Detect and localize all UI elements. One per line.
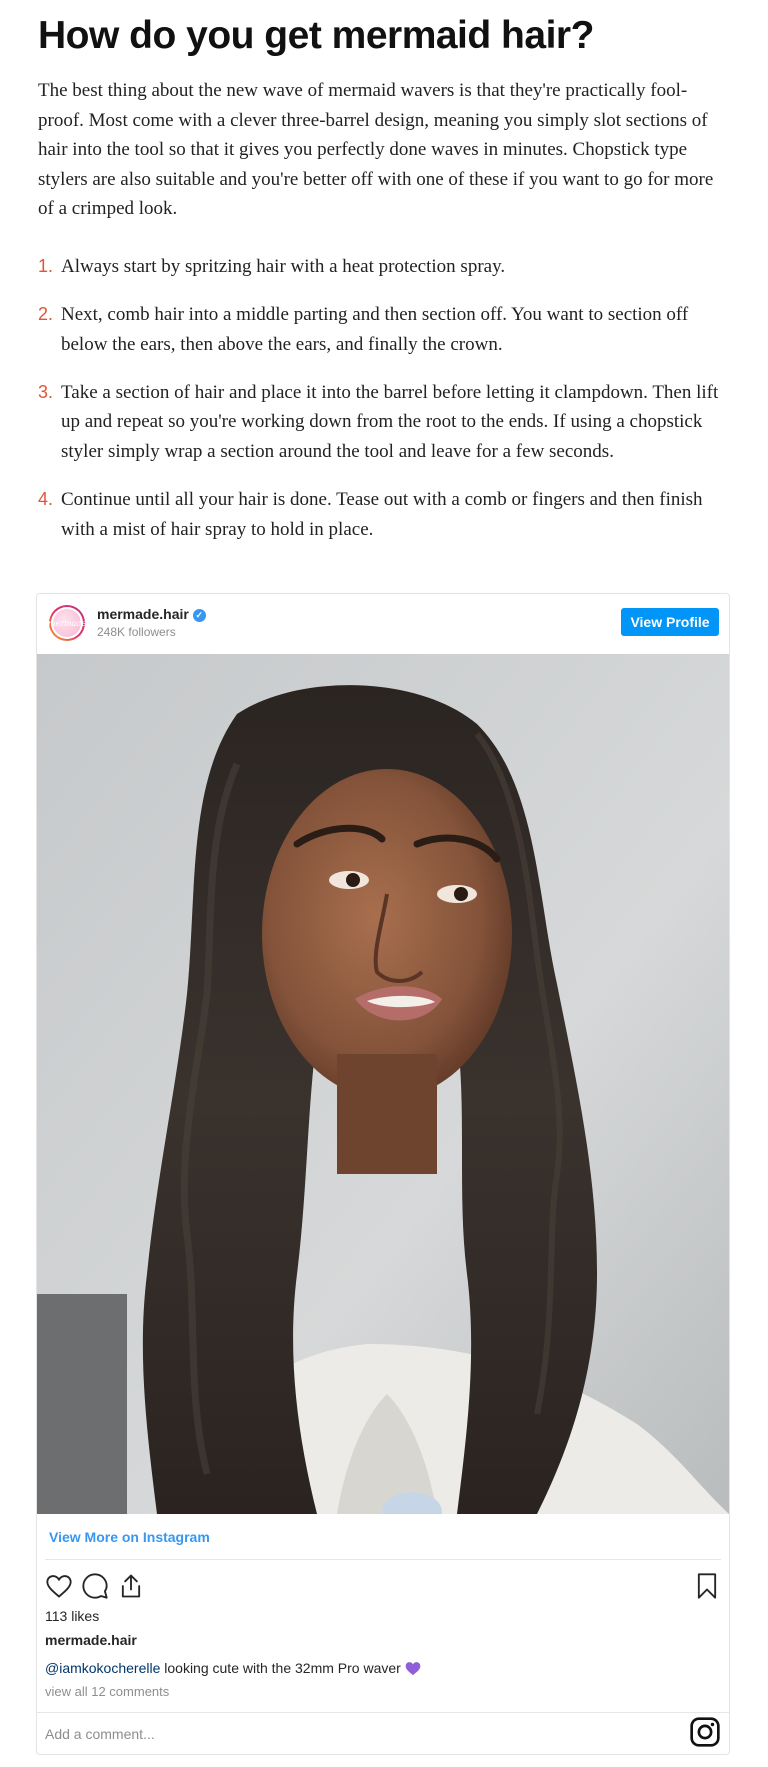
step-text: Take a section of hair and place it into… [61, 381, 719, 462]
like-count: 113 likes [45, 1608, 100, 1624]
view-more-on-instagram-link[interactable]: View More on Instagram [49, 1529, 210, 1545]
step-item: 1. Always start by spritzing hair with a… [38, 252, 728, 282]
article-heading: How do you get mermaid hair? [38, 14, 594, 57]
purple-heart-emoji [405, 1662, 421, 1676]
post-actions [45, 1566, 721, 1606]
bookmark-icon[interactable] [693, 1572, 721, 1600]
divider [37, 1712, 729, 1713]
caption-text: looking cute with the 32mm Pro waver [160, 1660, 405, 1676]
step-number: 3. [38, 381, 54, 402]
step-number: 2. [38, 304, 54, 325]
heart-icon[interactable] [45, 1572, 73, 1600]
view-all-comments-link[interactable]: view all 12 comments [45, 1684, 169, 1699]
instagram-logo-icon[interactable] [689, 1716, 721, 1748]
avatar[interactable]: mermade [48, 605, 86, 641]
step-text: Next, comb hair into a middle parting an… [61, 304, 689, 355]
post-owner-username[interactable]: mermade.hair [45, 1632, 137, 1648]
portrait-photo [37, 654, 729, 1514]
view-profile-button[interactable]: View Profile [621, 608, 719, 636]
step-number: 4. [38, 489, 54, 510]
step-item: 2. Next, comb hair into a middle parting… [38, 300, 728, 359]
profile-username-link[interactable]: mermade.hair ✓ [97, 606, 206, 622]
steps-list: 1. Always start by spritzing hair with a… [38, 252, 728, 563]
step-text: Continue until all your hair is done. Te… [61, 489, 703, 540]
step-item: 4. Continue until all your hair is done.… [38, 485, 728, 544]
step-number: 1. [38, 256, 54, 276]
divider [45, 1559, 721, 1560]
step-text: Always start by spritzing hair with a he… [61, 256, 506, 277]
article-intro: The best thing about the new wave of mer… [38, 80, 714, 220]
post-image[interactable] [37, 654, 729, 1514]
avatar-image: mermade [48, 609, 86, 637]
step-item: 3. Take a section of hair and place it i… [38, 378, 728, 467]
instagram-header: mermade mermade.hair ✓ 248K followers Vie… [37, 594, 729, 654]
avatar-logo-text: mermade [47, 618, 87, 628]
comment-icon[interactable] [81, 1572, 109, 1600]
profile-username: mermade.hair [97, 606, 189, 622]
share-icon[interactable] [117, 1572, 145, 1600]
add-comment-input[interactable]: Add a comment... [45, 1726, 155, 1742]
verified-badge-icon: ✓ [192, 609, 206, 622]
follower-count: 248K followers [97, 625, 176, 639]
post-caption: @iamkokocherelle looking cute with the 3… [45, 1660, 421, 1676]
caption-mention-link[interactable]: @iamkokocherelle [45, 1660, 160, 1676]
instagram-embed: mermade mermade.hair ✓ 248K followers Vie… [36, 593, 730, 1755]
